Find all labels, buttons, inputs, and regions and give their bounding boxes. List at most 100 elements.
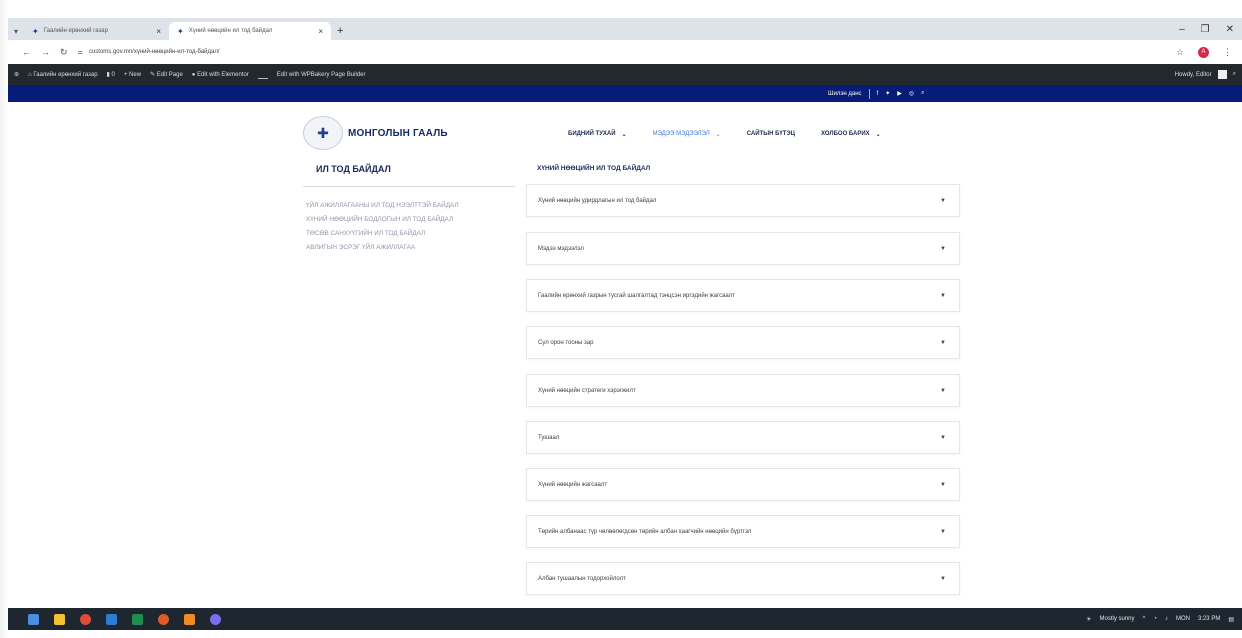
volume-icon[interactable]: ♪: [1165, 616, 1168, 622]
forward-icon[interactable]: →: [41, 47, 50, 57]
tray-chevron-icon[interactable]: ^: [1143, 616, 1146, 622]
sidebar-link-budget[interactable]: Төсөв санхүүгийн ил тод байдал: [306, 228, 506, 239]
window-controls: – ❐ ✕: [1179, 18, 1242, 40]
caret-down-icon: ▼: [940, 197, 946, 204]
browser-tab-strip: ▾ ✦ Гаалийн ерөнхий газар × ✦ Хүний нөөц…: [8, 18, 1242, 40]
admin-wpbakery-link[interactable]: Edit with WPBakery Page Builder: [277, 72, 366, 78]
tab-search-chevron-icon[interactable]: ▾: [8, 22, 24, 40]
comment-icon: ▮: [106, 72, 110, 78]
wp-admin-bar: ⊛ ⌂ Гаалийн ерөнхий газар ▮ 0 + New ✎ Ed…: [8, 64, 1242, 85]
firefox-icon[interactable]: [158, 613, 169, 625]
sidebar-links: Үйл ажиллагааны ил тод нээлттэй байдал Х…: [306, 200, 506, 256]
page-title: ХҮНИЙ НӨӨЦИЙН ИЛ ТОД БАЙДАЛ: [537, 165, 651, 172]
tab-close-icon[interactable]: ×: [318, 27, 323, 36]
caret-down-icon: ▼: [940, 245, 946, 252]
caret-down-icon: ▼: [940, 292, 946, 299]
site-favicon-icon: ✦: [177, 26, 184, 36]
accordion-item[interactable]: Тушаал ▼: [526, 421, 960, 454]
accordion-label: Хүний нөөцийн стратеги хэрэгжилт: [538, 387, 636, 394]
accordion-label: Тушаал: [538, 434, 560, 441]
network-icon[interactable]: ◔: [1153, 616, 1157, 622]
wordpress-logo-icon[interactable]: ⊛: [14, 71, 19, 78]
file-explorer-icon[interactable]: [54, 613, 65, 625]
browser-tab-home[interactable]: ✦ Гаалийн ерөнхий газар ×: [24, 22, 169, 40]
word-icon[interactable]: [106, 613, 117, 625]
viber-icon[interactable]: [210, 613, 221, 625]
accordion-label: Мэдээ мэдээлэл: [538, 245, 584, 252]
sidebar-link-anticorruption[interactable]: Авлигын эсрэг үйл ажиллагаа: [306, 242, 506, 253]
language-indicator[interactable]: MON: [1176, 616, 1190, 622]
admin-edit-page-link[interactable]: ✎ Edit Page: [150, 71, 183, 78]
profile-avatar[interactable]: A: [1198, 46, 1209, 58]
accordion-label: Сул орон тооны зар: [538, 339, 594, 346]
browser-tab-active[interactable]: ✦ Хүний нөөцийн ил тод байдал ×: [169, 22, 332, 40]
close-window-icon[interactable]: ✕: [1226, 24, 1234, 35]
logo-text: МОНГОЛЫН ГААЛЬ: [348, 127, 448, 139]
site-logo[interactable]: ✚ МОНГОЛЫН ГААЛЬ: [303, 116, 448, 150]
bookmark-star-icon[interactable]: ☆: [1176, 47, 1184, 58]
tab-close-icon[interactable]: ×: [156, 27, 161, 36]
chevron-down-icon: ⌄: [621, 132, 627, 138]
accordion-item[interactable]: Хүний нөөцийн удирдлагын ил тод байдал ▼: [526, 184, 960, 217]
nav-item-about[interactable]: БИДНИЙ ТУХАЙ ⌄: [568, 131, 627, 138]
weather-icon[interactable]: ☀: [1086, 616, 1091, 623]
chrome-icon[interactable]: [80, 613, 91, 625]
instagram-icon[interactable]: ◎: [909, 90, 914, 97]
youtube-icon[interactable]: ▶: [897, 90, 902, 97]
excel-icon[interactable]: [132, 613, 143, 625]
nav-item-contact[interactable]: ХОЛБОО БАРИХ ⌄: [821, 131, 881, 138]
howdy-user-link[interactable]: Howdy, Editor: [1175, 72, 1212, 78]
caret-down-icon: ▼: [940, 528, 946, 535]
nav-item-sitemap[interactable]: САЙТЫН БҮТЭЦ: [747, 131, 795, 138]
accordion-item[interactable]: Хүний нөөцийн стратеги хэрэгжилт ▼: [526, 374, 960, 407]
window-left-edge: [0, 0, 8, 638]
pencil-icon: ✎: [150, 72, 156, 78]
accordion-label: Хүний нөөцийн жагсаалт: [538, 481, 608, 488]
url-text: customs.gov.mn/хүний-нөөцийн-ил-тод-байд…: [88, 49, 220, 55]
restore-icon[interactable]: ❐: [1201, 24, 1210, 35]
user-avatar[interactable]: [1217, 70, 1227, 79]
shilen-dans-link[interactable]: Шилэн данс: [828, 91, 862, 97]
accordion-label: Гаалийн ерөнхий газрын тусгай шалгалтад …: [538, 292, 735, 299]
address-bar[interactable]: ⚌ customs.gov.mn/хүний-нөөцийн-ил-тод-ба…: [78, 49, 220, 56]
sidebar-title: ИЛ ТОД БАЙДАЛ: [316, 164, 391, 174]
browser-menu-icon[interactable]: ⋮: [1223, 47, 1232, 58]
back-icon[interactable]: ←: [22, 47, 31, 57]
chevron-down-icon: ⌄: [875, 132, 881, 138]
accordion-item[interactable]: Мэдээ мэдээлэл ▼: [526, 232, 960, 265]
reload-icon[interactable]: ↻: [60, 47, 68, 58]
caret-down-icon: ▼: [940, 387, 946, 394]
facebook-icon[interactable]: f: [877, 91, 879, 97]
minimize-icon[interactable]: –: [1179, 24, 1185, 35]
nav-item-news[interactable]: МЭДЭЭ МЭДЭЭЛЭЛ ⌄: [653, 131, 721, 138]
admin-new-link[interactable]: + New: [124, 72, 141, 78]
weather-text[interactable]: Mostly sunny: [1100, 616, 1135, 622]
search-icon[interactable]: ⌕: [921, 90, 924, 97]
admin-comments-link[interactable]: ▮ 0: [107, 71, 115, 78]
sidebar-link-hr-policy[interactable]: Хүний нөөцийн бодлогын ил тод байдал: [306, 214, 506, 225]
admin-search-icon[interactable]: ⌕: [1233, 71, 1236, 78]
windows-taskbar: ☀ Mostly sunny ^ ◔ ♪ MON 3:23 PM ▤: [8, 608, 1242, 630]
accordion-item[interactable]: Албан тушаалын тодорхойлолт ▼: [526, 562, 960, 595]
caret-down-icon: ▼: [940, 434, 946, 441]
accordion-item[interactable]: Гаалийн ерөнхий газрын тусгай шалгалтад …: [526, 279, 960, 312]
tab-title: Гаалийн ерөнхий газар: [43, 28, 108, 34]
new-tab-button[interactable]: +: [331, 22, 349, 40]
notifications-icon[interactable]: ▤: [1228, 616, 1234, 623]
admin-divider: [257, 70, 268, 79]
pdf-app-icon[interactable]: [184, 613, 195, 625]
admin-elementor-link[interactable]: ● Edit with Elementor: [192, 72, 249, 78]
topbar-divider: [868, 88, 870, 99]
windows-start-icon[interactable]: [28, 613, 39, 625]
accordion-item[interactable]: Хүний нөөцийн жагсаалт ▼: [526, 468, 960, 501]
admin-site-link[interactable]: ⌂ Гаалийн ерөнхий газар: [28, 72, 98, 78]
site-info-icon[interactable]: ⚌: [78, 49, 83, 56]
tab-title: Хүний нөөцийн ил тод байдал: [188, 28, 273, 34]
accordion-label: Төрийн албанаас түр чөлөөлөгдсөн төрийн …: [538, 528, 752, 535]
clock[interactable]: 3:23 PM: [1198, 616, 1220, 622]
sidebar-link-operations[interactable]: Үйл ажиллагааны ил тод нээлттэй байдал: [306, 200, 506, 211]
accordion-item[interactable]: Сул орон тооны зар ▼: [526, 326, 960, 359]
twitter-icon[interactable]: ✦: [885, 90, 890, 97]
browser-toolbar: ← → ↻ ⚌ customs.gov.mn/хүний-нөөцийн-ил-…: [8, 40, 1242, 64]
accordion-item[interactable]: Төрийн албанаас түр чөлөөлөгдсөн төрийн …: [526, 515, 960, 548]
